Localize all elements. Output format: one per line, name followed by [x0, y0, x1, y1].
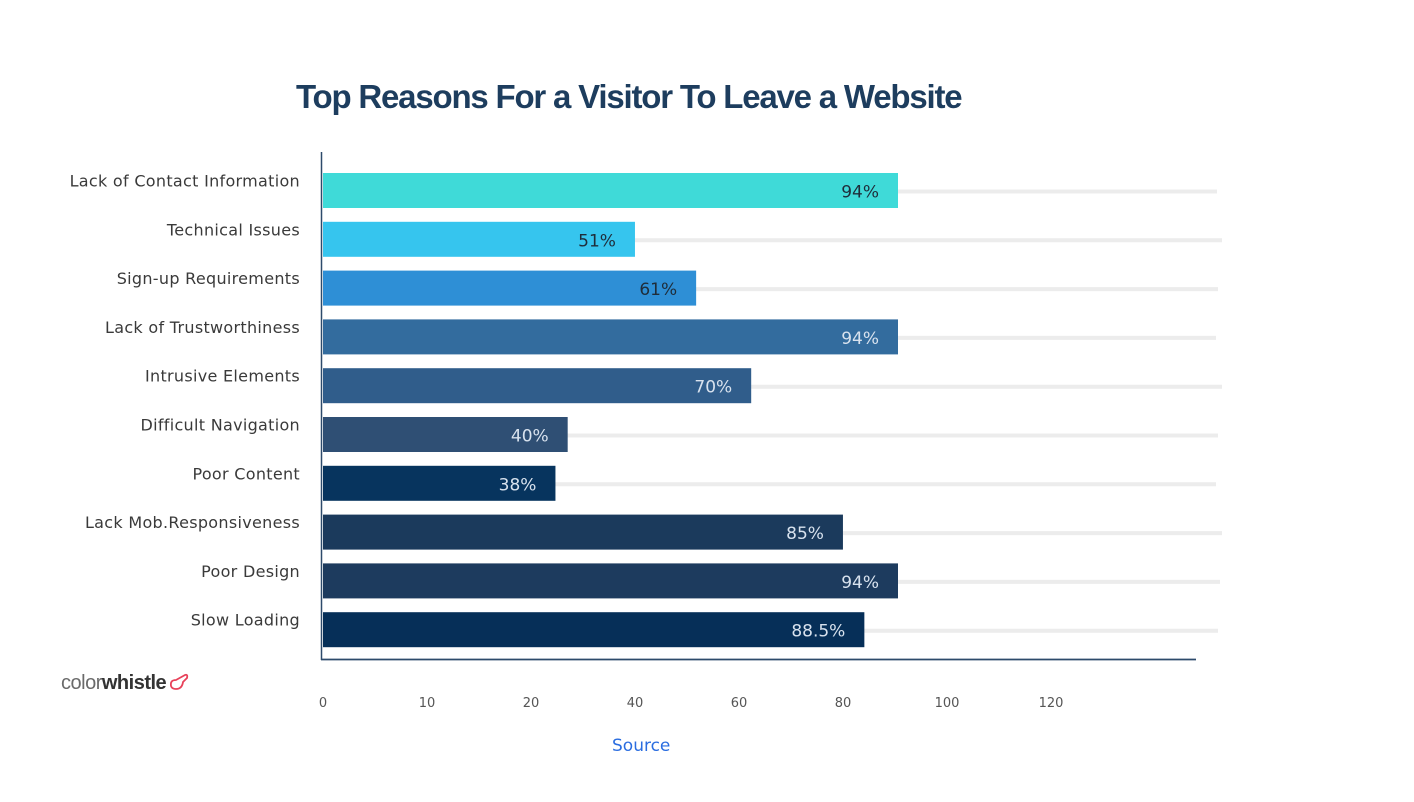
category-label: Poor Design [201, 562, 300, 581]
logo-text-whistle: whistle [101, 672, 167, 694]
category-label: Intrusive Elements [145, 367, 300, 386]
category-label: Lack of Contact Information [70, 172, 300, 191]
category-label: Sign-up Requirements [117, 269, 300, 288]
x-tick-label: 60 [731, 696, 748, 711]
source-link[interactable]: Source [612, 736, 670, 756]
value-label: 94% [841, 329, 879, 349]
value-label: 88.5% [791, 622, 845, 642]
value-label: 94% [841, 573, 879, 593]
category-label: Difficult Navigation [140, 416, 300, 435]
value-label: 61% [639, 280, 677, 300]
x-tick-label: 20 [523, 696, 540, 711]
x-tick-label: 120 [1039, 696, 1064, 711]
value-label: 94% [841, 183, 879, 203]
category-labels: Lack of Contact Information Technical Iss… [70, 172, 300, 630]
category-label: Technical Issues [166, 220, 300, 239]
category-label: Lack of Trustworthiness [105, 318, 300, 337]
value-label: 40% [511, 427, 549, 447]
value-label: 51% [578, 231, 616, 251]
x-tick-label: 80 [835, 696, 852, 711]
logo-text-color: color [61, 672, 102, 694]
x-tick-label: 40 [627, 696, 644, 711]
whistle-icon [170, 673, 189, 690]
bar [323, 514, 843, 550]
colorwhistle-logo: colorwhistle [61, 672, 190, 695]
x-tick-label: 10 [419, 696, 436, 711]
value-label: 85% [786, 524, 824, 544]
x-tick-label: 0 [319, 696, 327, 711]
bar [323, 368, 752, 404]
category-label: Lack Mob.Responsiveness [85, 513, 300, 532]
bar [323, 563, 898, 599]
bar [323, 612, 865, 648]
category-label: Poor Content [192, 464, 300, 483]
category-label: Slow Loading [191, 611, 300, 630]
bar [323, 319, 898, 355]
value-label: 70% [694, 378, 732, 398]
x-axis-ticks: 0 10 20 40 60 80 100 120 [319, 696, 1064, 711]
value-label: 38% [499, 475, 537, 495]
x-tick-label: 100 [935, 696, 960, 711]
bar [323, 173, 898, 208]
bar-chart: Lack of Contact Information Technical Iss… [70, 152, 1222, 711]
